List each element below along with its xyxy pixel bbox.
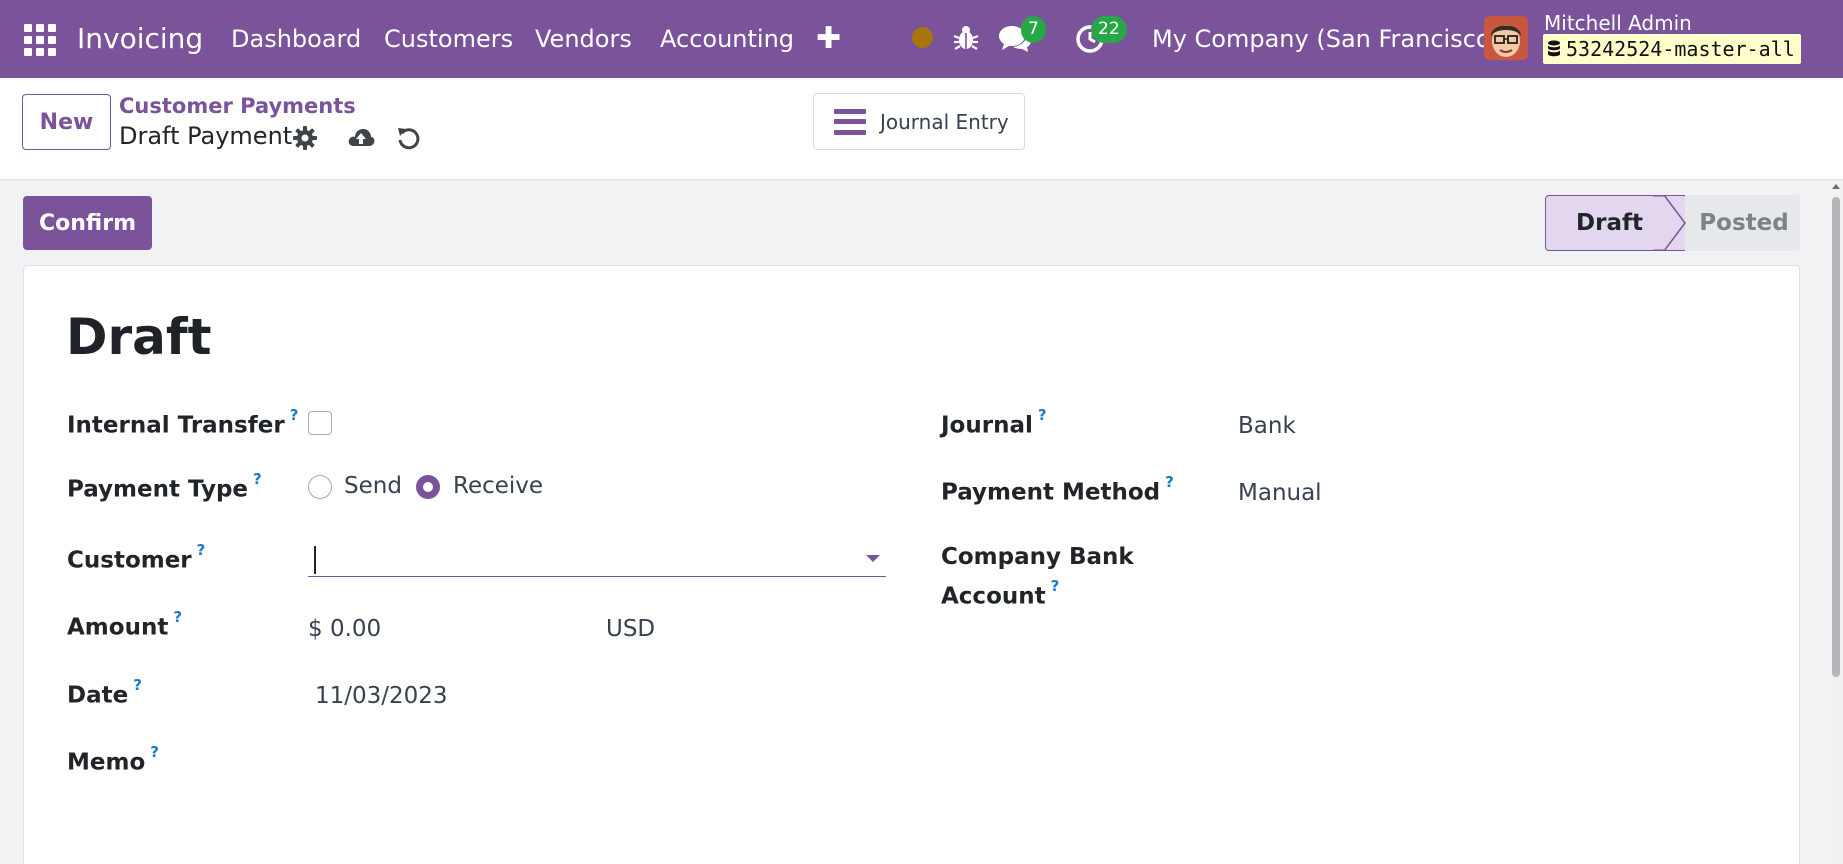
journal-entry-icon [834,108,866,135]
company-switcher[interactable]: My Company (San Francisco) [1152,23,1500,55]
internal-transfer-label: Internal Transfer? [67,406,299,439]
chevron-down-icon[interactable] [866,555,880,562]
payment-method-label: Payment Method? [941,473,1174,506]
date-label: Date? [67,676,142,709]
page-title: Draft [66,308,212,366]
form-sheet: Draft Internal Transfer? Payment Type? S… [23,265,1800,864]
journal-entry-label: Journal Entry [880,109,1009,134]
customer-input[interactable] [308,539,886,577]
help-icon[interactable]: ? [133,676,142,694]
breadcrumb-customer-payments[interactable]: Customer Payments [119,94,356,118]
menu-accounting[interactable]: Accounting [660,23,794,55]
payment-type-receive-radio[interactable] [416,475,440,499]
chat-count-badge: 7 [1021,16,1046,43]
scrollbar-thumb[interactable] [1832,197,1840,677]
payment-type-send-label[interactable]: Send [344,473,402,499]
help-icon[interactable]: ? [290,406,299,424]
payment-type-send-radio[interactable] [308,475,332,499]
company-bank-account-label-line2: Account? [941,577,1060,610]
payment-method-field[interactable]: Manual [1238,480,1322,506]
status-bar: Posted Draft [1545,195,1800,251]
payment-type-label: Payment Type? [67,470,262,503]
help-icon[interactable]: ? [1051,577,1060,595]
app-name[interactable]: Invoicing [77,18,203,58]
menu-dashboard[interactable]: Dashboard [231,23,361,55]
help-icon[interactable]: ? [150,743,159,761]
database-icon [1548,40,1560,57]
user-name[interactable]: Mitchell Admin [1544,10,1692,36]
currency-field[interactable]: USD [606,616,655,642]
page-scrollbar[interactable] [1829,180,1843,864]
help-icon[interactable]: ? [173,608,182,626]
cloud-upload-icon[interactable] [347,126,375,150]
journal-entry-button[interactable]: Journal Entry [813,93,1025,150]
text-cursor [314,546,316,574]
record-title: Draft Payment [119,122,293,150]
help-icon[interactable]: ? [197,541,206,559]
menu-customers[interactable]: Customers [384,23,513,55]
internal-transfer-checkbox[interactable] [308,411,332,435]
new-button[interactable]: New [22,94,111,150]
discard-changes-icon[interactable] [396,125,422,151]
avatar[interactable] [1484,16,1528,60]
database-tag: 53242524-master-all [1543,34,1801,64]
bug-icon[interactable] [953,24,979,52]
confirm-button[interactable]: Confirm [23,196,152,250]
database-name: 53242524-master-all [1566,37,1795,61]
status-dot-icon[interactable] [912,27,933,48]
company-bank-account-label: Company Bank [941,544,1134,570]
help-icon[interactable]: ? [1038,406,1047,424]
plus-icon[interactable]: ✚ [816,21,841,56]
top-navbar: Invoicing Dashboard Customers Vendors Ac… [0,0,1843,78]
amount-label: Amount? [67,608,183,641]
gear-icon[interactable] [293,126,317,150]
customer-label: Customer? [67,541,206,574]
control-panel: New Customer Payments Draft Payment Jour… [0,78,1843,180]
journal-label: Journal? [941,406,1047,439]
menu-vendors[interactable]: Vendors [535,23,632,55]
apps-grid-icon[interactable] [24,24,56,56]
help-icon[interactable]: ? [1165,473,1174,491]
stage-separator [1653,195,1686,251]
amount-field[interactable]: $ 0.00 [308,616,381,642]
memo-label: Memo? [67,743,159,776]
journal-field[interactable]: Bank [1238,413,1296,439]
help-icon[interactable]: ? [253,470,262,488]
payment-type-receive-label[interactable]: Receive [453,473,543,499]
date-field[interactable]: 11/03/2023 [315,683,448,709]
scroll-up-icon[interactable] [1832,184,1840,189]
activity-count-badge: 22 [1091,16,1127,43]
